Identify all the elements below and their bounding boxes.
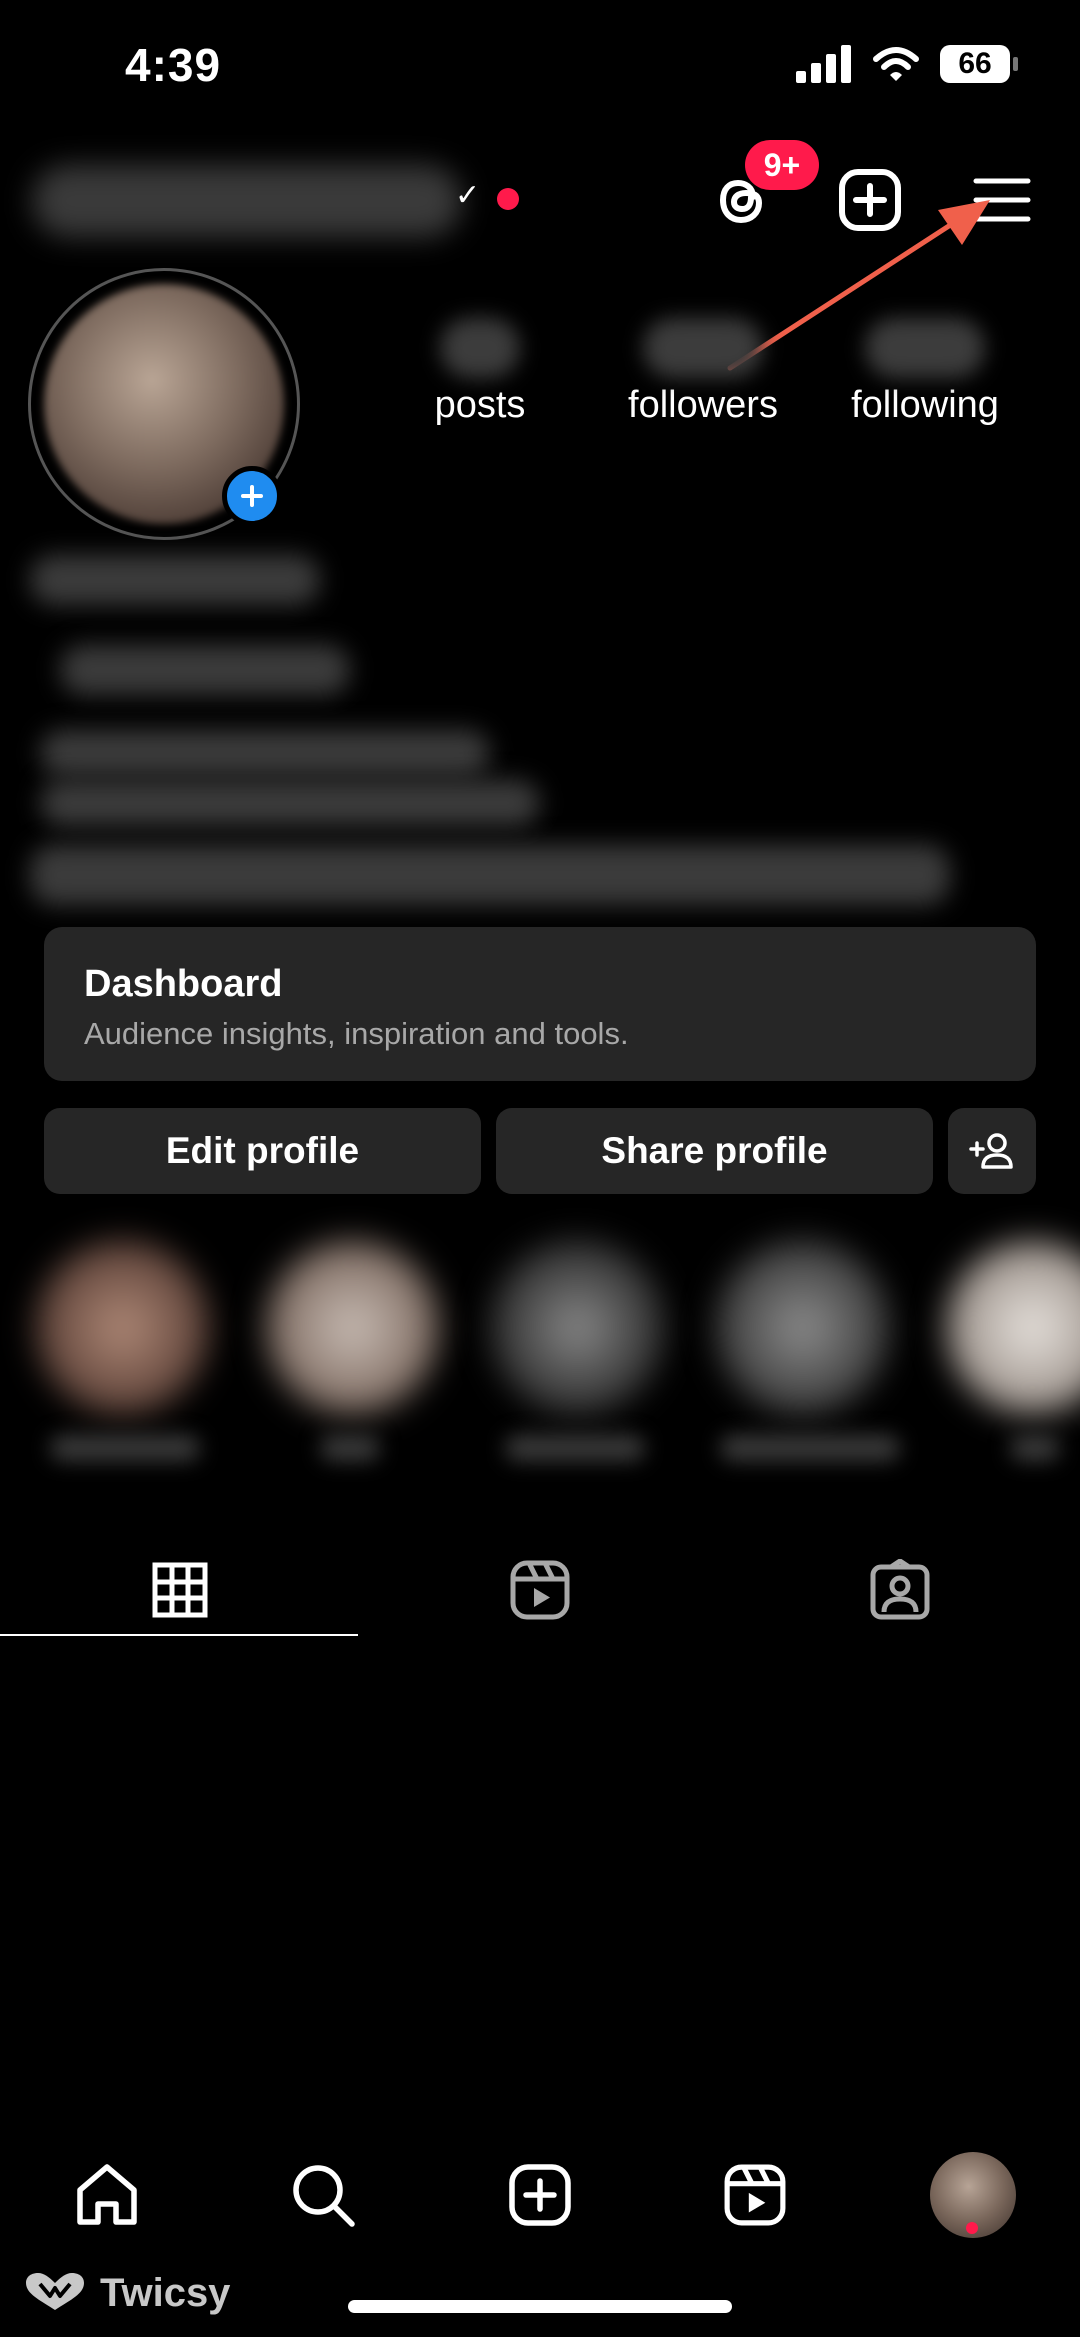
status-time: 4:39 (125, 39, 222, 91)
nav-search[interactable] (268, 2140, 378, 2250)
status-icons: 66 (796, 45, 1018, 83)
posts-stat[interactable]: posts (380, 318, 580, 427)
followers-count-blurred (643, 318, 763, 378)
bio-category-blurred (60, 645, 350, 695)
nav-home[interactable] (52, 2140, 162, 2250)
wifi-icon (873, 47, 919, 81)
followers-stat[interactable]: followers (603, 318, 803, 427)
highlight-item[interactable] (715, 1240, 890, 1415)
highlight-label-blurred (1010, 1435, 1060, 1461)
highlight-label-blurred (50, 1435, 200, 1461)
twicsy-logo-icon (26, 2273, 84, 2310)
tab-reels[interactable] (360, 1540, 720, 1640)
share-profile-button[interactable]: Share profile (496, 1108, 933, 1194)
discover-people-button[interactable] (948, 1108, 1036, 1194)
plus-square-icon (509, 2164, 571, 2226)
highlight-label-blurred (720, 1435, 900, 1461)
checkmark-icon: ✓ (455, 179, 481, 212)
highlight-item[interactable] (265, 1240, 440, 1415)
profile-notification-dot (966, 2222, 978, 2234)
twicsy-brand-name: Twicsy (100, 2270, 231, 2315)
plus-icon (241, 485, 263, 507)
highlight-label-blurred (320, 1435, 380, 1461)
home-indicator[interactable] (348, 2300, 732, 2313)
highlight-label-blurred (505, 1435, 645, 1461)
highlight-item[interactable] (490, 1240, 665, 1415)
reels-icon (510, 1560, 570, 1620)
notification-dot (497, 188, 519, 210)
posts-count-blurred (440, 318, 520, 378)
following-label: following (851, 384, 999, 426)
home-icon (77, 2164, 137, 2225)
add-person-icon (969, 1133, 1013, 1169)
followers-label: followers (628, 384, 778, 426)
username-blurred[interactable] (32, 165, 462, 237)
bio-text-blurred (40, 730, 490, 776)
tagged-person-icon (870, 1559, 930, 1620)
search-icon (293, 2165, 355, 2227)
bio-name-blurred (30, 555, 320, 605)
active-tab-underline (0, 1634, 358, 1636)
battery-indicator: 66 (940, 45, 1018, 83)
posts-label: posts (434, 384, 526, 426)
following-stat[interactable]: following (825, 318, 1025, 427)
bio-text-blurred (40, 780, 540, 826)
signal-icon (796, 45, 851, 83)
dashboard-subtitle: Audience insights, inspiration and tools… (84, 1016, 629, 1051)
dashboard-title: Dashboard (84, 963, 283, 1005)
nav-create[interactable] (485, 2140, 595, 2250)
notification-badge: 9+ (745, 140, 819, 190)
reels-icon (724, 2164, 786, 2226)
highlight-item[interactable] (945, 1240, 1080, 1415)
grid-icon (152, 1562, 208, 1618)
edit-profile-button[interactable]: Edit profile (44, 1108, 481, 1194)
highlight-item[interactable] (35, 1240, 210, 1415)
add-story-button[interactable] (222, 466, 282, 526)
tab-tagged[interactable] (720, 1540, 1080, 1640)
tab-posts-grid[interactable] (0, 1540, 360, 1640)
bio-link-blurred[interactable] (30, 845, 950, 905)
following-count-blurred (865, 318, 985, 378)
twicsy-watermark: Twicsy (20, 2270, 230, 2316)
nav-reels[interactable] (700, 2140, 810, 2250)
dashboard-card[interactable]: Dashboard Audience insights, inspiration… (44, 927, 1036, 1081)
